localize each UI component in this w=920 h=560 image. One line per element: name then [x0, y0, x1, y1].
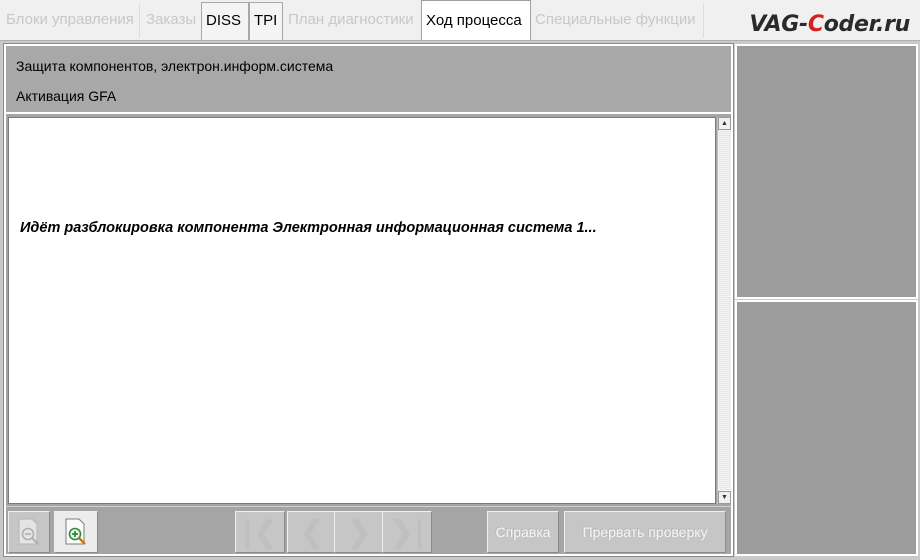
prev-icon: ❮: [299, 514, 325, 550]
first-page-icon: |❮: [241, 514, 279, 550]
main-panel: Защита компонентов, электрон.информ.сист…: [3, 43, 734, 557]
previous-step-button[interactable]: ❮: [287, 511, 337, 553]
side-panel-bottom: [735, 300, 918, 556]
vertical-scrollbar[interactable]: ▲ ▼: [717, 117, 731, 504]
tab-control-units[interactable]: Блоки управления: [2, 2, 138, 40]
next-step-button[interactable]: ❯: [334, 511, 384, 553]
abort-label: Прервать проверку: [582, 524, 708, 540]
last-page-icon: ❯|: [388, 514, 426, 550]
first-step-button[interactable]: |❮: [235, 511, 285, 553]
zoom-in-icon: [65, 518, 86, 545]
procedure-subtitle: Активация GFA: [16, 88, 117, 104]
tab-special-functions[interactable]: Специальные функции: [531, 2, 700, 40]
last-step-button[interactable]: ❯|: [382, 511, 432, 553]
tab-tpi[interactable]: TPI: [249, 2, 283, 40]
content-area: Идёт разблокировка компонента Электронна…: [8, 117, 716, 504]
procedure-header: Защита компонентов, электрон.информ.сист…: [6, 46, 731, 114]
tab-diagnostic-plan[interactable]: План диагностики: [284, 2, 418, 40]
zoom-out-icon: [18, 518, 39, 545]
scroll-up-button[interactable]: ▲: [718, 117, 731, 130]
procedure-title: Защита компонентов, электрон.информ.сист…: [16, 58, 334, 74]
help-label: Справка: [495, 524, 551, 540]
zoom-in-button[interactable]: [54, 511, 98, 553]
tab-bar: Блоки управления Заказы DISS TPI План ди…: [0, 0, 920, 40]
help-button[interactable]: Справка: [487, 511, 559, 553]
abort-test-button[interactable]: Прервать проверку: [564, 511, 726, 553]
status-message: Идёт разблокировка компонента Электронна…: [20, 220, 597, 236]
tab-separator: [703, 4, 704, 38]
next-icon: ❯: [346, 514, 372, 550]
watermark-logo: VAG-Coder.ru: [749, 12, 910, 37]
tab-diss[interactable]: DISS: [201, 2, 249, 40]
tab-process-progress[interactable]: Ход процесса: [421, 0, 531, 40]
tab-separator: [139, 4, 140, 38]
scroll-down-button[interactable]: ▼: [718, 491, 731, 504]
tab-orders[interactable]: Заказы: [142, 2, 200, 40]
zoom-out-button[interactable]: [8, 511, 50, 553]
side-panel-top: [735, 44, 918, 299]
bottom-toolbar: |❮ ❮ ❯ ❯| Справка Прервать проверку: [6, 506, 731, 554]
